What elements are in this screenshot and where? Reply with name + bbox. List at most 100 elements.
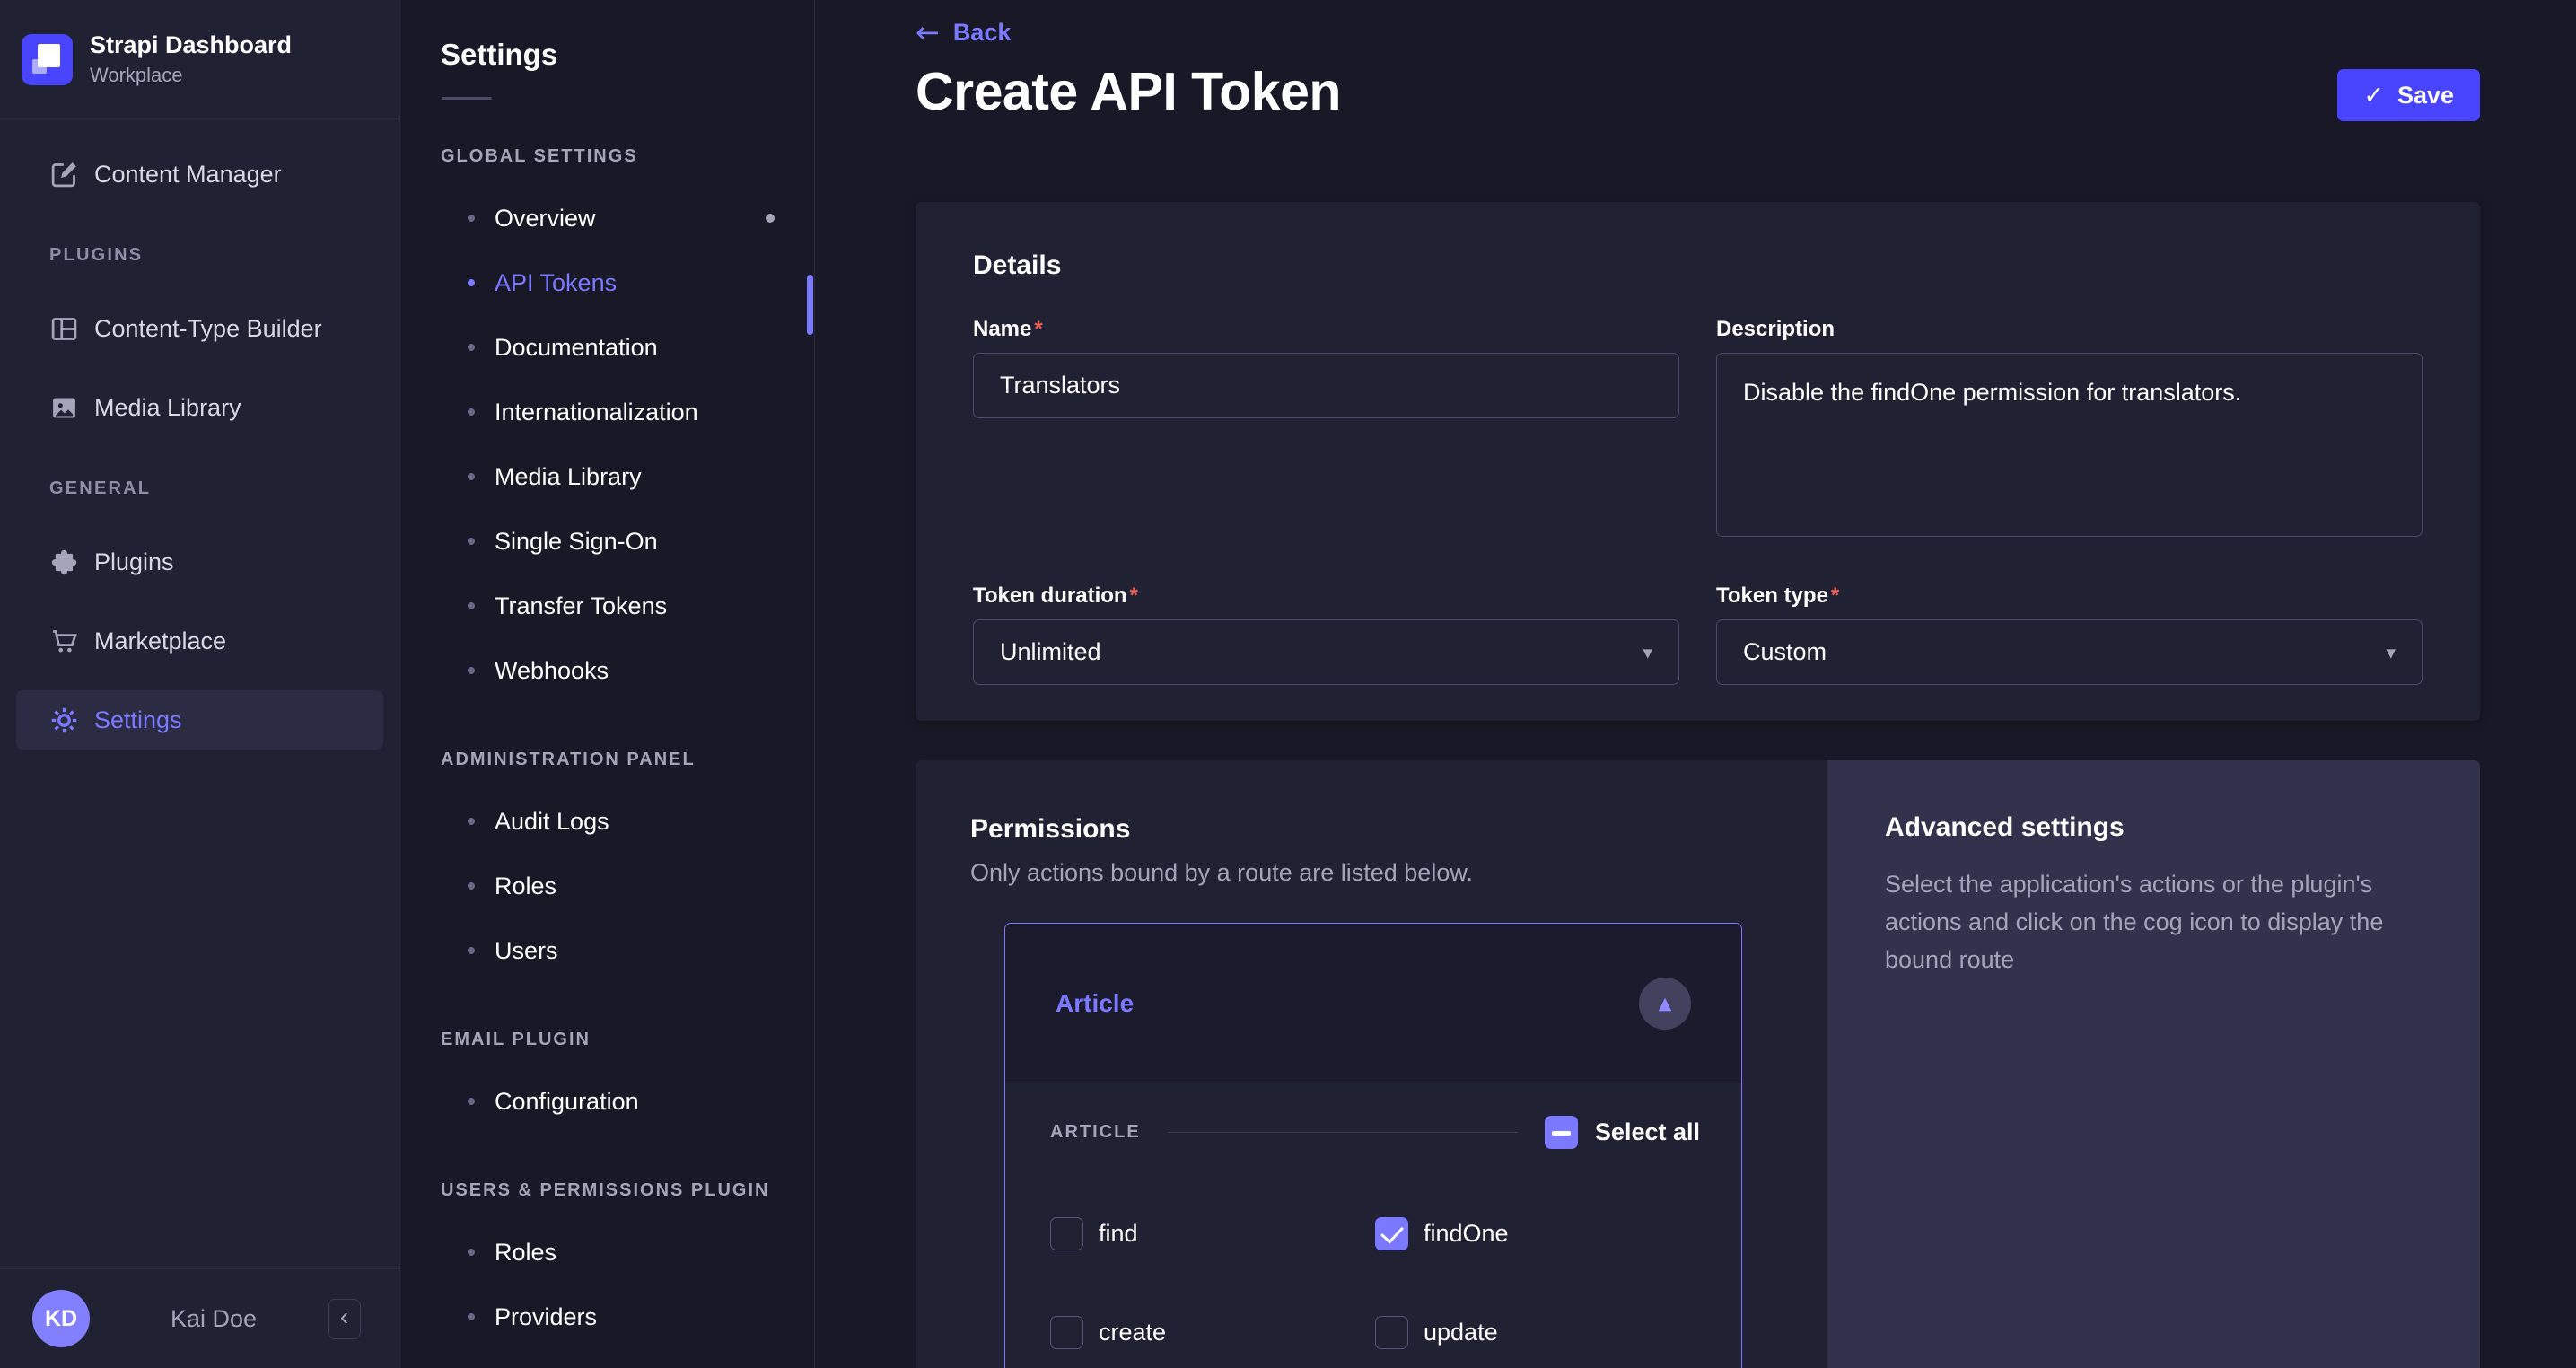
user-area: KD Kai Doe ‹ [0,1268,399,1368]
save-button[interactable]: ✓ Save [2337,69,2480,121]
update-label: update [1424,1319,1498,1346]
subnav-item-transfer-tokens[interactable]: Transfer Tokens [401,574,814,638]
subnav-item-label: Users [495,936,558,964]
gear-icon [49,706,79,735]
create-checkbox[interactable] [1050,1316,1083,1349]
create-label: create [1099,1319,1167,1346]
select-all-checkbox[interactable] [1544,1116,1578,1149]
token-type-select[interactable]: Custom ▾ [1716,619,2423,685]
description-textarea[interactable]: Disable the findOne permission for trans… [1716,353,2423,537]
token-type-label: Token type * [1716,583,1840,608]
subnav-scrollbar-thumb[interactable] [807,275,813,335]
workspace-brand[interactable]: Strapi Dashboard Workplace [0,0,399,119]
bullet-icon [468,538,475,545]
image-icon [49,393,79,423]
findone-label: findOne [1424,1220,1509,1247]
subnav-section-global-settings: GLOBAL SETTINGS [441,146,638,166]
main-sidebar: Strapi Dashboard Workplace Content Manag… [0,0,400,1368]
bullet-icon [468,1098,475,1105]
bullet-icon [468,818,475,825]
sidebar-item-label: Plugins [94,548,174,575]
subnav-item-single-sign-on[interactable]: Single Sign-On [401,509,814,574]
subnav-item-label: Documentation [495,333,658,361]
sidebar-item-content-manager[interactable]: Content Manager [16,145,383,204]
permissions-card: Permissions Only actions bound by a rout… [916,760,1827,1368]
findone-checkbox[interactable] [1375,1217,1408,1250]
token-duration-select[interactable]: Unlimited ▾ [973,619,1679,685]
article-group-label: ARTICLE [1050,1122,1141,1142]
subnav-item-providers[interactable]: Providers [401,1285,814,1349]
article-accordion: Article ▲ ARTICLE Select all find findOn… [1004,923,1742,1368]
subnav-item-users[interactable]: Users [401,918,814,983]
group-divider [1167,1132,1518,1133]
subnav-item-internationalization[interactable]: Internationalization [401,380,814,444]
sidebar-collapse-button[interactable]: ‹ [328,1298,361,1339]
actions-grid: find findOne create update [1050,1217,1700,1349]
sidebar-item-plugins[interactable]: Plugins [16,532,383,592]
article-accordion-header[interactable]: Article ▲ [1005,924,1741,1083]
subnav-item-webhooks[interactable]: Webhooks [401,638,814,703]
bullet-icon [468,473,475,480]
subnav-item-label: Audit Logs [495,807,609,835]
required-asterisk: * [1830,583,1840,608]
action-create: create [1050,1316,1375,1349]
layout-icon [49,314,79,344]
avatar[interactable]: KD [32,1290,90,1347]
article-accordion-body: ARTICLE Select all find findOne create u… [1005,1083,1741,1349]
name-field-group: Name * [973,317,1679,537]
token-duration-field-group: Token duration * Unlimited ▾ [973,583,1679,685]
subnav-item-admin-roles[interactable]: Roles [401,854,814,918]
article-group-row: ARTICLE Select all [1050,1116,1700,1149]
name-input[interactable] [973,353,1679,418]
subnav-item-overview[interactable]: Overview [401,186,814,250]
bullet-icon [468,1313,475,1320]
chevron-down-icon: ▾ [2386,641,2396,663]
token-duration-label: Token duration * [973,583,1138,608]
subnav-section-users-permissions-plugin: USERS & PERMISSIONS PLUGIN [441,1180,770,1200]
subnav-item-configuration[interactable]: Configuration [401,1069,814,1134]
subnav-title: Settings [441,38,558,71]
description-label: Description [1716,317,1836,341]
sidebar-item-label: Content-Type Builder [94,314,322,342]
action-findone: findOne [1375,1217,1700,1250]
page-title: Create API Token [916,62,1341,121]
collapse-accordion-button[interactable]: ▲ [1639,978,1691,1030]
workspace-subtitle: Workplace [90,64,183,86]
advanced-settings-panel: Advanced settings Select the application… [1827,760,2480,1368]
sidebar-item-marketplace[interactable]: Marketplace [16,611,383,671]
user-name: Kai Doe [171,1304,258,1332]
bullet-icon [468,667,475,674]
sidebar-item-content-type-builder[interactable]: Content-Type Builder [16,299,383,358]
permissions-heading: Permissions [970,814,1131,844]
sidebar-item-settings[interactable]: Settings [16,690,383,750]
subnav-item-api-tokens[interactable]: API Tokens [401,250,814,315]
subnav-item-documentation[interactable]: Documentation [401,315,814,380]
sidebar-item-label: Content Manager [94,160,282,188]
subnav-section-administration-panel: ADMINISTRATION PANEL [441,750,696,769]
sidebar-item-label: Media Library [94,393,241,421]
sidebar-item-media-library[interactable]: Media Library [16,378,383,437]
subnav-item-label: Media Library [495,462,642,490]
bullet-icon [468,408,475,416]
action-find: find [1050,1217,1375,1250]
subnav-item-audit-logs[interactable]: Audit Logs [401,789,814,854]
sidebar-item-label: Marketplace [94,627,227,654]
token-duration-value: Unlimited [1000,638,1101,665]
subnav-item-media-library[interactable]: Media Library [401,444,814,509]
chevron-left-icon: ‹ [339,1302,349,1330]
select-all-label: Select all [1594,1118,1700,1145]
token-type-field-group: Token type * Custom ▾ [1716,583,2423,685]
save-label: Save [2396,81,2454,109]
check-icon: ✓ [2363,81,2384,110]
main-nav: Content Manager PLUGINS Content-Type Bui… [0,119,399,750]
subnav-item-label: Roles [495,1238,557,1266]
find-checkbox[interactable] [1050,1217,1083,1250]
bullet-icon [468,279,475,286]
sidebar-item-label: Settings [94,706,182,733]
update-checkbox[interactable] [1375,1316,1408,1349]
bullet-icon [468,215,475,222]
subnav-item-up-roles[interactable]: Roles [401,1220,814,1285]
edit-icon [49,160,79,189]
back-link[interactable]: ← Back [916,0,1041,50]
bullet-icon [468,1249,475,1256]
